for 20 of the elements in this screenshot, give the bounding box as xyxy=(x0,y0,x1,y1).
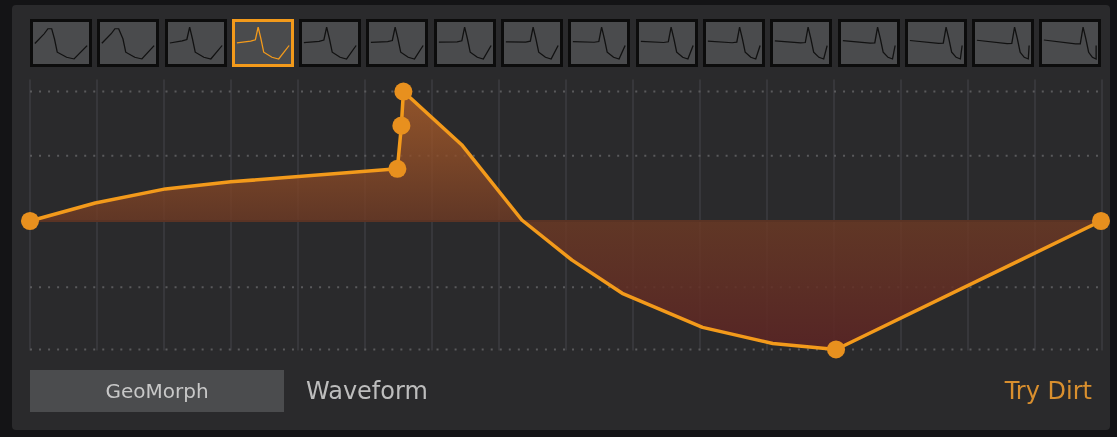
waveform-thumbnail[interactable] xyxy=(30,19,92,67)
waveform-thumbnail[interactable] xyxy=(501,19,564,67)
waveform-drawing[interactable] xyxy=(20,78,1111,359)
waveform-thumbnail[interactable] xyxy=(635,19,698,67)
waveform-thumbnail[interactable] xyxy=(568,19,631,67)
waveform-thumbnail[interactable] xyxy=(904,19,967,67)
waveform-thumbnail[interactable] xyxy=(837,19,900,67)
waveform-thumbnail[interactable] xyxy=(972,19,1035,67)
try-dirt-link[interactable]: Try Dirt xyxy=(1004,377,1092,405)
waveform-thumbnail[interactable] xyxy=(433,19,496,67)
waveform-thumbnail[interactable] xyxy=(366,19,429,67)
waveform-thumbnail[interactable] xyxy=(702,19,765,67)
waveform-thumbnail[interactable] xyxy=(770,19,833,67)
waveform-thumbnail[interactable] xyxy=(1039,19,1102,67)
waveform-thumbnail[interactable] xyxy=(299,19,362,67)
waveform-thumbnail[interactable] xyxy=(97,19,160,67)
waveform-thumbnail[interactable] xyxy=(231,19,294,67)
waveform-label: Waveform xyxy=(306,377,428,405)
waveform-thumbnail[interactable] xyxy=(164,19,227,67)
geomorph-button[interactable]: GeoMorph xyxy=(30,370,284,412)
